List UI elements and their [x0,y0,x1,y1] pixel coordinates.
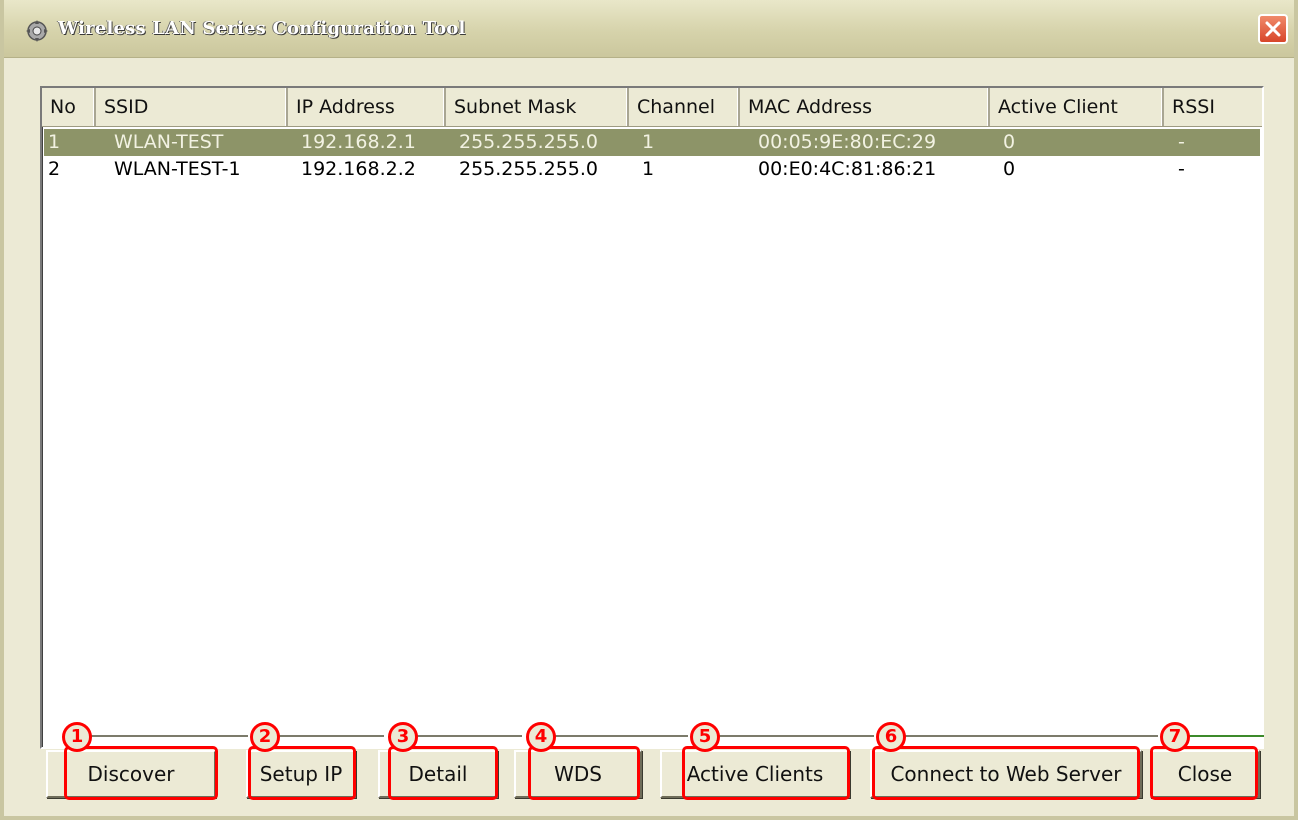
cell-mac: 00:E0:4C:81:86:21 [758,158,937,180]
gear-icon [26,20,48,42]
setup-ip-button[interactable]: Setup IP [246,750,356,798]
title-bar[interactable]: Wireless LAN Series Configuration Tool [4,0,1294,58]
column-header-mac[interactable]: MAC Address [740,88,990,126]
table-row[interactable]: 1 WLAN-TEST 192.168.2.1 255.255.255.0 1 … [44,129,1260,156]
annotation-line [718,735,874,737]
column-header-channel[interactable]: Channel [629,88,740,126]
cell-ssid: WLAN-TEST-1 [114,158,241,180]
cell-active-client: 0 [1003,158,1016,180]
window-title: Wireless LAN Series Configuration Tool [58,18,466,39]
connect-web-server-button[interactable]: Connect to Web Server [870,750,1142,798]
cell-rssi: - [1178,131,1185,153]
active-clients-button[interactable]: Active Clients [660,750,850,798]
column-header-no[interactable]: No [42,88,96,126]
column-header-subnet[interactable]: Subnet Mask [446,88,629,126]
cell-ssid: WLAN-TEST [114,131,224,153]
callout-number: 6 [876,722,906,752]
cell-no: 2 [48,158,61,180]
callout-number: 2 [250,722,280,752]
cell-mac: 00:05:9E:80:EC:29 [758,131,937,153]
callout-number: 1 [62,722,92,752]
column-header-active-client[interactable]: Active Client [990,88,1164,126]
cell-active-client: 0 [1003,131,1016,153]
close-button[interactable]: Close [1150,750,1260,798]
annotation-line [552,735,688,737]
cell-channel: 1 [642,158,655,180]
close-icon [1265,21,1281,37]
column-header-ip[interactable]: IP Address [288,88,446,126]
list-header: No SSID IP Address Subnet Mask Channel M… [42,88,1262,127]
cell-ip: 192.168.2.2 [301,158,416,180]
annotation-line [904,735,1158,737]
table-row[interactable]: 2 WLAN-TEST-1 192.168.2.2 255.255.255.0 … [44,156,1260,183]
callout-number: 7 [1160,722,1190,752]
annotation-line [414,735,522,737]
app-window: Wireless LAN Series Configuration Tool N… [0,0,1298,820]
cell-subnet: 255.255.255.0 [459,158,599,180]
callout-number: 5 [690,722,720,752]
cell-subnet: 255.255.255.0 [459,131,599,153]
wds-button[interactable]: WDS [514,750,642,798]
cell-no: 1 [48,131,61,153]
device-list[interactable]: No SSID IP Address Subnet Mask Channel M… [40,86,1264,749]
window-close-button[interactable] [1258,14,1288,44]
discover-button[interactable]: Discover [46,750,216,798]
column-header-rssi[interactable]: RSSI [1164,88,1262,126]
callout-number: 3 [388,722,418,752]
callout-number: 4 [526,722,556,752]
column-header-ssid[interactable]: SSID [96,88,288,126]
cell-channel: 1 [642,131,655,153]
annotation-line [1188,735,1264,737]
annotation-line [278,735,384,737]
cell-ip: 192.168.2.1 [301,131,416,153]
cell-rssi: - [1178,158,1185,180]
annotation-line [88,735,248,737]
detail-button[interactable]: Detail [378,750,498,798]
